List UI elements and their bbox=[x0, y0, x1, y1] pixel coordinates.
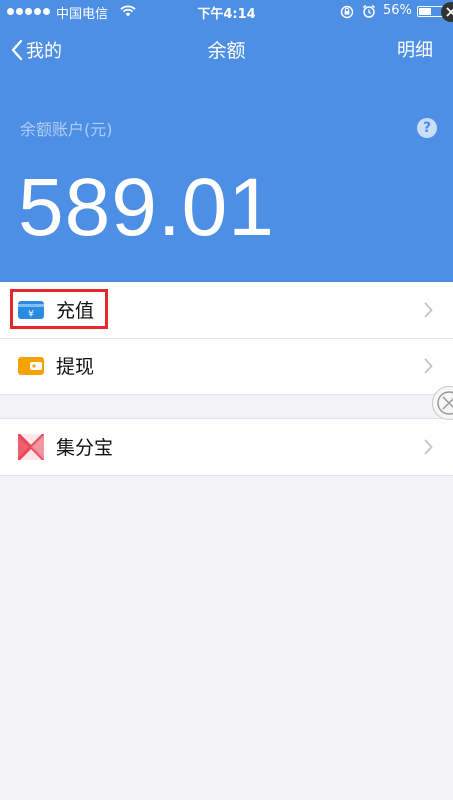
balance-amount: 589.01 bbox=[18, 162, 275, 253]
jifenbao-icon bbox=[18, 434, 44, 460]
chevron-right-icon bbox=[424, 439, 433, 455]
chevron-right-icon bbox=[424, 358, 433, 374]
balance-header: 中国电信 下午4:14 56% 我的 余额 明细 余额账户(元) ? 589.0… bbox=[0, 0, 453, 282]
detail-button[interactable]: 明细 bbox=[397, 36, 433, 62]
recharge-card-icon: ¥ bbox=[18, 301, 44, 320]
menu-item-label: 集分宝 bbox=[56, 437, 114, 459]
chevron-right-icon bbox=[424, 302, 433, 318]
assistive-touch-button[interactable] bbox=[432, 386, 453, 420]
menu-item-label: 提现 bbox=[56, 356, 95, 378]
menu-item-recharge[interactable]: ¥ 充值 bbox=[0, 282, 453, 338]
menu-item-withdraw[interactable]: 提现 bbox=[0, 338, 453, 394]
navigation-bar: 我的 余额 明细 bbox=[0, 24, 453, 76]
close-icon bbox=[446, 7, 453, 17]
rotation-lock-icon bbox=[340, 5, 354, 19]
help-icon[interactable]: ? bbox=[417, 118, 437, 138]
menu-group-secondary: 集分宝 bbox=[0, 418, 453, 476]
menu-item-jifenbao[interactable]: 集分宝 bbox=[0, 419, 453, 475]
battery-icon bbox=[417, 6, 443, 17]
balance-account-label: 余额账户(元) bbox=[20, 120, 113, 139]
page-title: 余额 bbox=[207, 40, 246, 62]
status-bar: 中国电信 下午4:14 56% bbox=[0, 0, 453, 24]
menu-item-label: 充值 bbox=[56, 300, 95, 322]
svg-text:¥: ¥ bbox=[28, 310, 34, 320]
balance-screen: 中国电信 下午4:14 56% 我的 余额 明细 余额账户(元) ? 589.0… bbox=[0, 0, 453, 800]
alarm-icon bbox=[363, 4, 375, 18]
overlay-close-button[interactable] bbox=[441, 2, 453, 22]
battery-percentage: 56% bbox=[383, 3, 412, 18]
close-icon bbox=[437, 391, 453, 415]
menu-group-primary: ¥ 充值 提现 bbox=[0, 282, 453, 395]
wallet-icon bbox=[18, 357, 44, 375]
